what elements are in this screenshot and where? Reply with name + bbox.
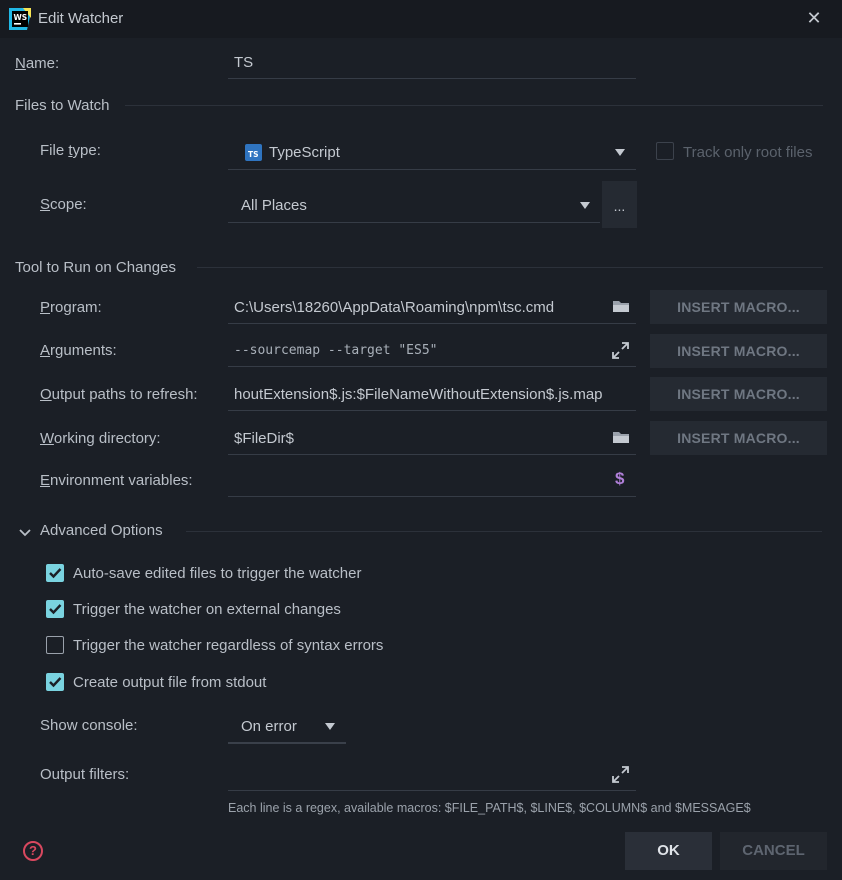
working-dir-value: $FileDir$ [234, 430, 295, 447]
file-type-dropdown[interactable]: TS TypeScript [228, 136, 636, 170]
syntax-errors-label: Trigger the watcher regardless of syntax… [73, 637, 384, 654]
arguments-label: Arguments: [40, 342, 117, 359]
expand-icon[interactable] [612, 766, 629, 787]
svg-text:WS: WS [14, 13, 28, 22]
show-console-dropdown[interactable]: On error [228, 710, 346, 744]
close-icon[interactable]: ✕ [805, 8, 823, 28]
tool-heading: Tool to Run on Changes [15, 259, 176, 276]
cancel-button[interactable]: CANCEL [720, 832, 827, 870]
files-to-watch-heading: Files to Watch [15, 97, 110, 114]
help-icon[interactable]: ? [23, 841, 43, 861]
output-paths-value: houtExtension$.js:$FileNameWithoutExtens… [234, 386, 603, 403]
chevron-down-icon [580, 202, 590, 209]
name-input[interactable]: TS [228, 45, 636, 79]
env-input[interactable]: $ [228, 463, 636, 497]
auto-save-checkbox[interactable] [46, 564, 64, 582]
auto-save-label: Auto-save edited files to trigger the wa… [73, 565, 362, 582]
program-input[interactable]: C:\Users\18260\AppData\Roaming\npm\tsc.c… [228, 290, 636, 324]
scope-browse-button[interactable]: ... [602, 181, 637, 228]
program-label: Program: [40, 299, 102, 316]
insert-macro-button[interactable]: INSERT MACRO... [650, 377, 827, 411]
external-changes-label: Trigger the watcher on external changes [73, 601, 341, 618]
name-label: Name: [15, 55, 60, 72]
external-changes-checkbox[interactable] [46, 600, 64, 618]
output-filters-hint: Each line is a regex, available macros: … [228, 801, 751, 815]
name-value: TS [234, 54, 254, 71]
file-type-value: TypeScript [269, 144, 340, 161]
output-paths-label: Output paths to refresh: [40, 386, 198, 403]
working-dir-label: Working directory: [40, 430, 161, 447]
output-filters-input[interactable] [228, 757, 636, 791]
syntax-errors-checkbox[interactable] [46, 636, 64, 654]
show-console-label: Show console: [40, 717, 138, 734]
chevron-down-icon[interactable] [19, 525, 31, 542]
program-value: C:\Users\18260\AppData\Roaming\npm\tsc.c… [234, 299, 555, 316]
working-dir-input[interactable]: $FileDir$ [228, 421, 636, 455]
env-label: Environment variables: [40, 472, 193, 489]
insert-macro-button[interactable]: INSERT MACRO... [650, 290, 827, 324]
chevron-down-icon [325, 723, 335, 730]
track-root-checkbox[interactable] [656, 142, 674, 160]
insert-macro-button[interactable]: INSERT MACRO... [650, 421, 827, 455]
track-root-label: Track only root files [683, 144, 813, 161]
stdout-label: Create output file from stdout [73, 674, 267, 691]
expand-icon[interactable] [612, 342, 629, 363]
file-type-label: File type: [40, 142, 101, 159]
arguments-value: --sourcemap --target "ES5" [234, 343, 438, 358]
tool-separator [197, 267, 823, 268]
folder-icon[interactable] [612, 430, 630, 449]
ok-button[interactable]: OK [625, 832, 712, 870]
insert-macro-button[interactable]: INSERT MACRO... [650, 334, 827, 368]
chevron-down-icon [615, 149, 625, 156]
output-filters-label: Output filters: [40, 766, 130, 783]
advanced-options-heading[interactable]: Advanced Options [40, 522, 163, 539]
show-console-value: On error [241, 718, 297, 735]
scope-label: Scope: [40, 196, 87, 213]
dollar-icon[interactable]: $ [615, 469, 624, 489]
stdout-checkbox[interactable] [46, 673, 64, 691]
folder-icon[interactable] [612, 299, 630, 318]
files-to-watch-separator [125, 105, 823, 106]
window-title: Edit Watcher [38, 10, 124, 27]
output-paths-input[interactable]: houtExtension$.js:$FileNameWithoutExtens… [228, 377, 636, 411]
advanced-separator [186, 531, 822, 532]
scope-dropdown[interactable]: All Places [228, 189, 600, 223]
scope-value: All Places [241, 197, 307, 214]
arguments-input[interactable]: --sourcemap --target "ES5" [228, 333, 636, 367]
title-bar [0, 0, 842, 38]
typescript-icon: TS [245, 144, 262, 161]
webstorm-app-icon: WS [9, 8, 31, 30]
